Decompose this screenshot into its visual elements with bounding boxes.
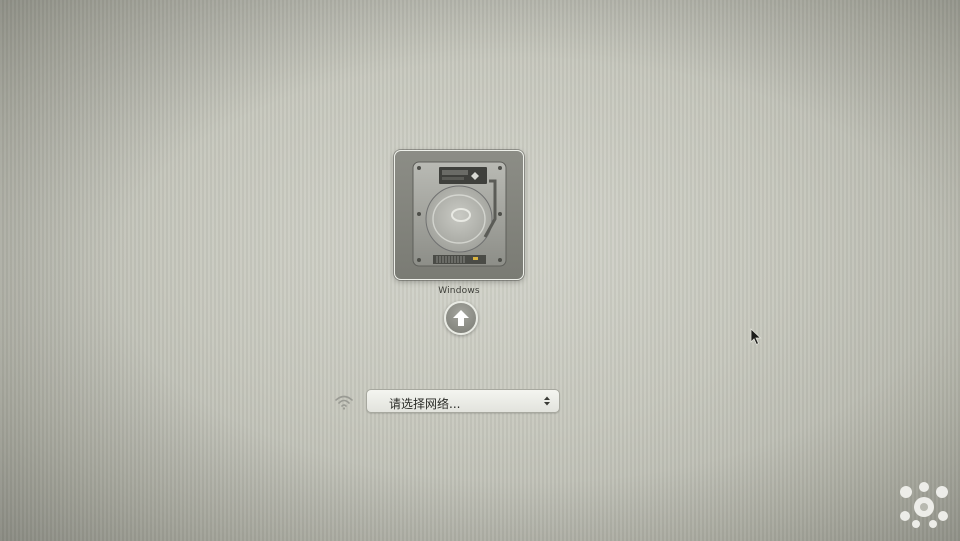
startup-disk-label: Windows [438,286,480,296]
startup-disk-windows[interactable] [394,150,524,280]
mouse-pointer-icon [750,328,762,346]
wifi-icon [335,395,353,410]
hard-drive-icon [412,161,507,267]
boot-button[interactable] [444,301,478,335]
network-select-value: 请选择网络... [389,397,461,411]
watermark-logo-icon [900,482,948,528]
network-select[interactable]: 请选择网络... [366,389,560,413]
up-arrow-icon [453,310,469,326]
updown-arrows-icon [544,396,550,406]
